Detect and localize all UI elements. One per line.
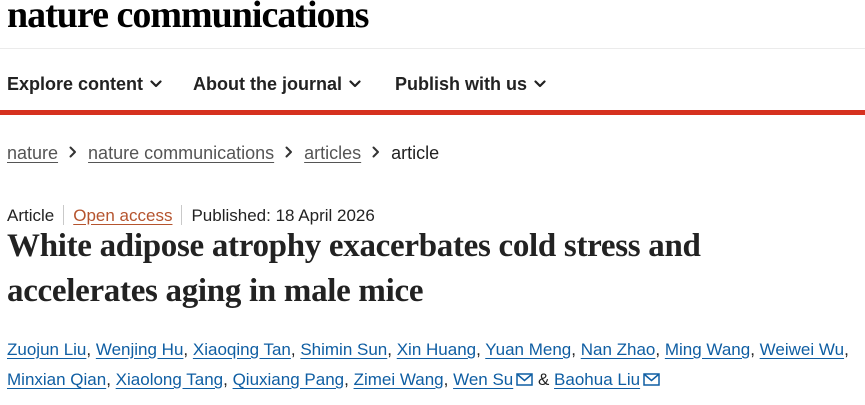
chevron-down-icon <box>150 71 162 93</box>
author-link[interactable]: Weiwei Wu <box>760 340 844 359</box>
published-date: Published: 18 April 2026 <box>191 206 375 225</box>
author-separator: , <box>183 340 193 359</box>
author-separator: , <box>387 340 397 359</box>
open-access-link[interactable]: Open access <box>73 206 172 225</box>
author-link[interactable]: Shimin Sun <box>300 340 387 359</box>
author-link[interactable]: Minxian Qian <box>7 370 106 389</box>
author-link[interactable]: Nan Zhao <box>581 340 656 359</box>
main-navigation: Explore content About the journal Publis… <box>0 48 865 110</box>
meta-divider <box>63 205 65 225</box>
author-separator: , <box>290 340 301 359</box>
author-link[interactable]: Wen Su <box>453 370 513 389</box>
author-separator: , <box>223 370 233 389</box>
author-separator: , <box>86 340 96 359</box>
author-separator: , <box>476 340 486 359</box>
author-separator: , <box>571 340 581 359</box>
author-link[interactable]: Baohua Liu <box>554 370 640 389</box>
author-separator: , <box>655 340 665 359</box>
nav-explore-content-label: Explore content <box>7 74 144 94</box>
article-title: White adipose atrophy exacerbates cold s… <box>7 228 701 309</box>
article-type: Article <box>7 206 55 225</box>
breadcrumb-articles[interactable]: articles <box>304 143 361 163</box>
author-separator: , <box>750 340 760 359</box>
author-link[interactable]: Xin Huang <box>397 340 476 359</box>
nav-publish-with-us-label: Publish with us <box>395 74 528 94</box>
breadcrumb-current: article <box>391 143 440 163</box>
author-list: Zuojun Liu, Wenjing Hu, Xiaoqing Tan, Sh… <box>7 335 859 396</box>
author-link[interactable]: Zimei Wang <box>354 370 444 389</box>
meta-divider <box>181 205 183 225</box>
nav-about-the-journal[interactable]: About the journal <box>193 71 361 95</box>
author-link[interactable]: Yuan Meng <box>485 340 571 359</box>
author-separator: , <box>844 340 849 359</box>
author-and: & <box>533 370 555 389</box>
nav-publish-with-us[interactable]: Publish with us <box>395 71 546 95</box>
journal-logo[interactable]: nature communications <box>7 0 369 36</box>
author-link[interactable]: Zuojun Liu <box>7 340 86 359</box>
author-separator: , <box>344 370 354 389</box>
mail-icon[interactable] <box>643 366 660 396</box>
mail-icon[interactable] <box>516 366 533 396</box>
breadcrumb-nature-communications[interactable]: nature communications <box>88 143 274 163</box>
chevron-down-icon <box>534 71 546 93</box>
nav-about-the-journal-label: About the journal <box>193 74 342 94</box>
author-link[interactable]: Qiuxiang Pang <box>233 370 345 389</box>
author-link[interactable]: Ming Wang <box>665 340 750 359</box>
chevron-right-icon <box>372 141 380 163</box>
nav-explore-content[interactable]: Explore content <box>7 71 162 95</box>
chevron-right-icon <box>69 141 77 163</box>
author-link[interactable]: Wenjing Hu <box>96 340 184 359</box>
chevron-down-icon <box>349 71 361 93</box>
breadcrumb-nature[interactable]: nature <box>7 143 58 163</box>
author-separator: , <box>443 370 454 389</box>
accent-divider <box>0 110 865 115</box>
author-separator: , <box>106 370 116 389</box>
breadcrumb: nature nature communications articles artic… <box>7 141 439 164</box>
chevron-right-icon <box>285 141 293 163</box>
author-link[interactable]: Xiaolong Tang <box>116 370 223 389</box>
author-link[interactable]: Xiaoqing Tan <box>193 340 291 359</box>
